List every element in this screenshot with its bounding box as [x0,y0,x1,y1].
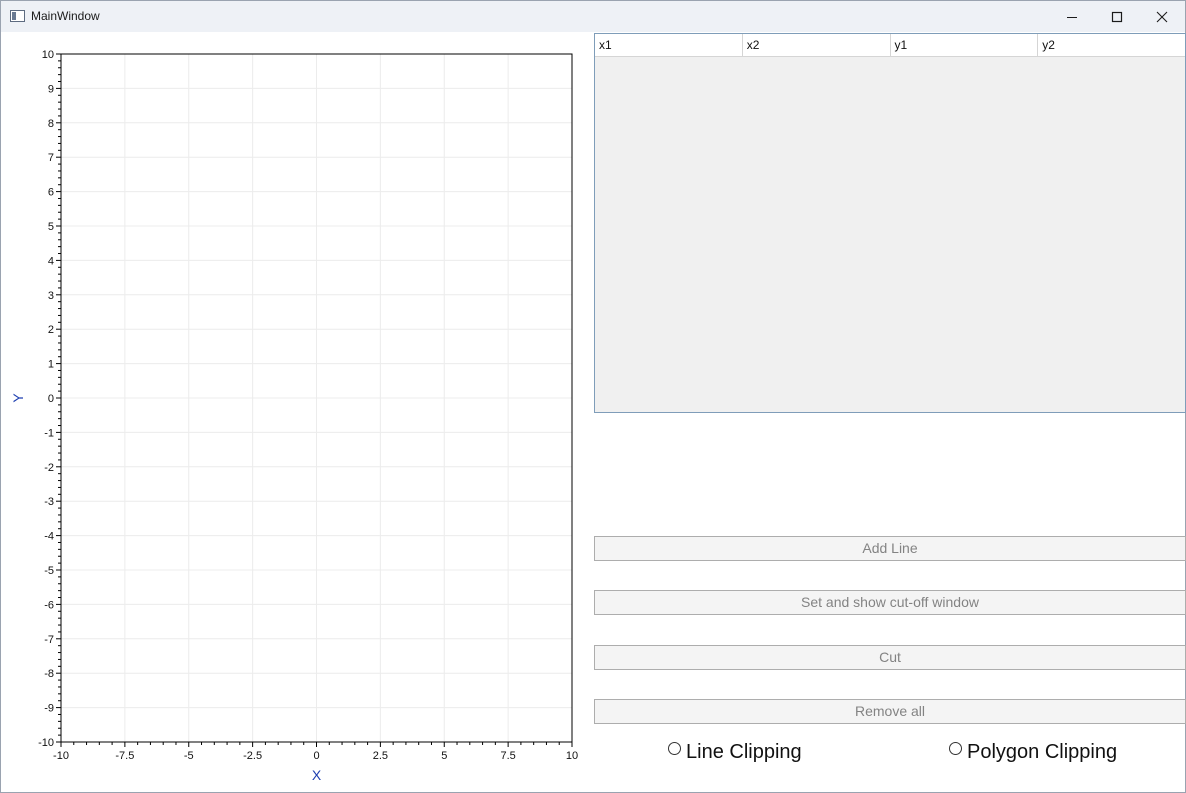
grid-header: x1 x2 y1 y2 [595,34,1185,57]
cut-button[interactable]: Cut [594,645,1186,670]
y-tick-label: 4 [48,255,54,267]
maximize-icon [1111,11,1123,22]
y-tick-label: 1 [48,359,54,371]
y-tick-label: 0 [48,393,54,405]
y-tick-label: -5 [44,565,54,577]
column-header-x2[interactable]: x2 [743,34,891,56]
y-tick-label: -10 [38,737,54,749]
y-axis-label: Y [10,393,26,403]
x-tick-label: -5 [184,750,194,762]
polygon-clipping-radio[interactable] [949,742,962,755]
x-tick-label: 0 [313,750,319,762]
y-tick-label: -3 [44,496,54,508]
set-cutoff-window-button[interactable]: Set and show cut-off window [594,590,1186,615]
x-tick-label: 2.5 [373,750,388,762]
x-axis-label: X [312,767,322,783]
y-tick-label: -2 [44,462,54,474]
minimize-icon [1067,16,1077,18]
y-tick-label: 3 [48,290,54,302]
column-header-y1[interactable]: y1 [891,34,1039,56]
maximize-button[interactable] [1094,1,1140,32]
x-tick-label: -10 [53,750,69,762]
y-tick-label: 8 [48,118,54,130]
lines-data-grid[interactable]: x1 x2 y1 y2 [594,33,1186,413]
y-tick-label: 9 [48,83,54,95]
close-button[interactable] [1139,1,1185,32]
close-icon [1156,11,1168,22]
line-clipping-option[interactable]: Line Clipping [668,741,802,764]
window-title: MainWindow [31,9,100,23]
remove-all-button[interactable]: Remove all [594,699,1186,724]
title-bar[interactable]: MainWindow [1,1,1185,32]
y-tick-label: 5 [48,221,54,233]
x-tick-label: -7.5 [115,750,134,762]
y-tick-label: -9 [44,703,54,715]
minimize-button[interactable] [1049,1,1095,32]
column-header-y2[interactable]: y2 [1038,34,1185,56]
plot-canvas[interactable]: 109876543210-1-2-3-4-5-6-7-8-9-10-10 -7.5… [1,32,585,793]
app-icon [10,10,25,22]
y-tick-label: 10 [42,49,54,61]
y-tick-label: -7 [44,634,54,646]
plot-view[interactable]: 10 9 8 7 6 5 4 3 2 1 0 -1 -2 -3 -4 -5 -6 -7 -8 -9 -10 -10 -7.5… [1,32,585,793]
x-tick-label: -2.5 [243,750,262,762]
line-clipping-radio[interactable] [668,742,681,755]
y-tick-label: 2 [48,324,54,336]
x-tick-label: 7.5 [500,750,515,762]
add-line-button[interactable]: Add Line [594,536,1186,561]
polygon-clipping-label: Polygon Clipping [967,741,1118,763]
y-tick-label: -8 [44,668,54,680]
main-window: MainWindow 10 9 8 7 6 5 4 3 2 1 0 -1 -2 -3 -4 -5 -6 -7 -8-… [0,0,1186,793]
y-tick-label: 7 [48,152,54,164]
y-tick-label: -1 [44,427,54,439]
x-tick-label: 10 [566,750,578,762]
y-tick-label: -6 [44,599,54,611]
line-clipping-label: Line Clipping [686,741,802,763]
column-header-x1[interactable]: x1 [595,34,743,56]
y-tick-label: -4 [44,531,54,543]
polygon-clipping-option[interactable]: Polygon Clipping [949,741,1117,764]
x-tick-label: 5 [441,750,447,762]
y-tick-label: 6 [48,187,54,199]
